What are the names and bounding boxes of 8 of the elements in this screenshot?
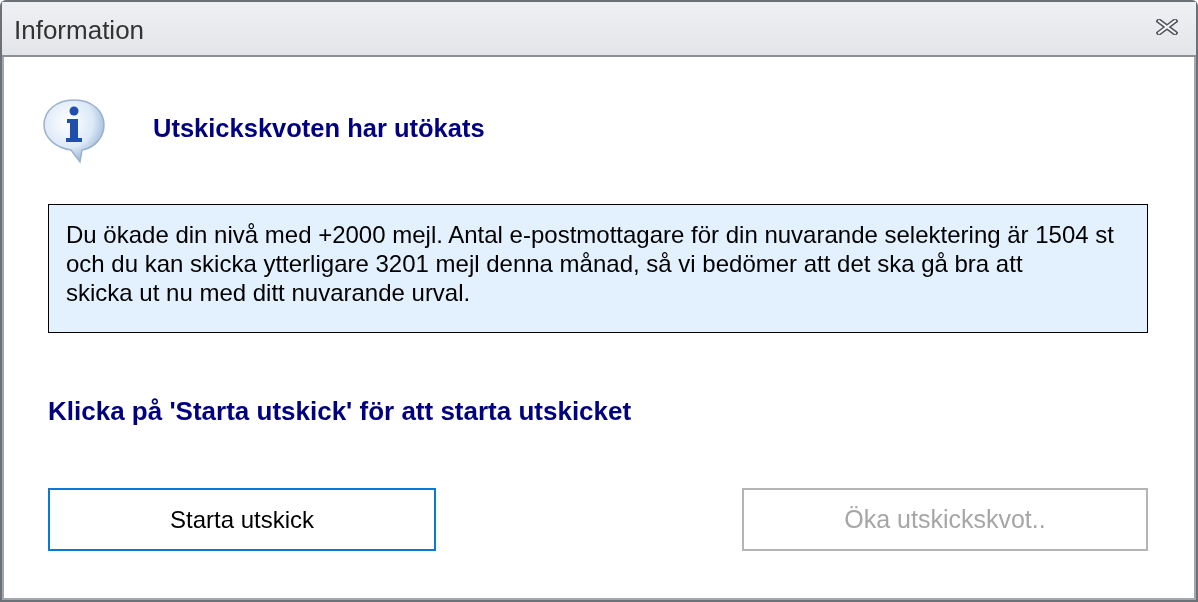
- message-text: Du ökade din nivå med +2000 mejl. Antal e-postmottagare för din nuvarande selektering är 1504 st och du kan skicka ytterligare 3201 mejl denna månad, så vi bedömer att det ska gå bra att skicka ut nu med ditt nuvarande urval.: [48, 204, 1148, 333]
- dialog-heading: Utskickskvoten har utökats: [153, 113, 485, 143]
- close-icon: [1156, 18, 1178, 35]
- close-button[interactable]: [1156, 18, 1178, 35]
- window-title: Information: [14, 15, 145, 46]
- action-button[interactable]: Starta utskick: [48, 488, 436, 551]
- info-bubble-icon: [42, 98, 106, 164]
- instruction-text: Klicka på 'Starta utskick' för att starta utskicket: [48, 396, 633, 426]
